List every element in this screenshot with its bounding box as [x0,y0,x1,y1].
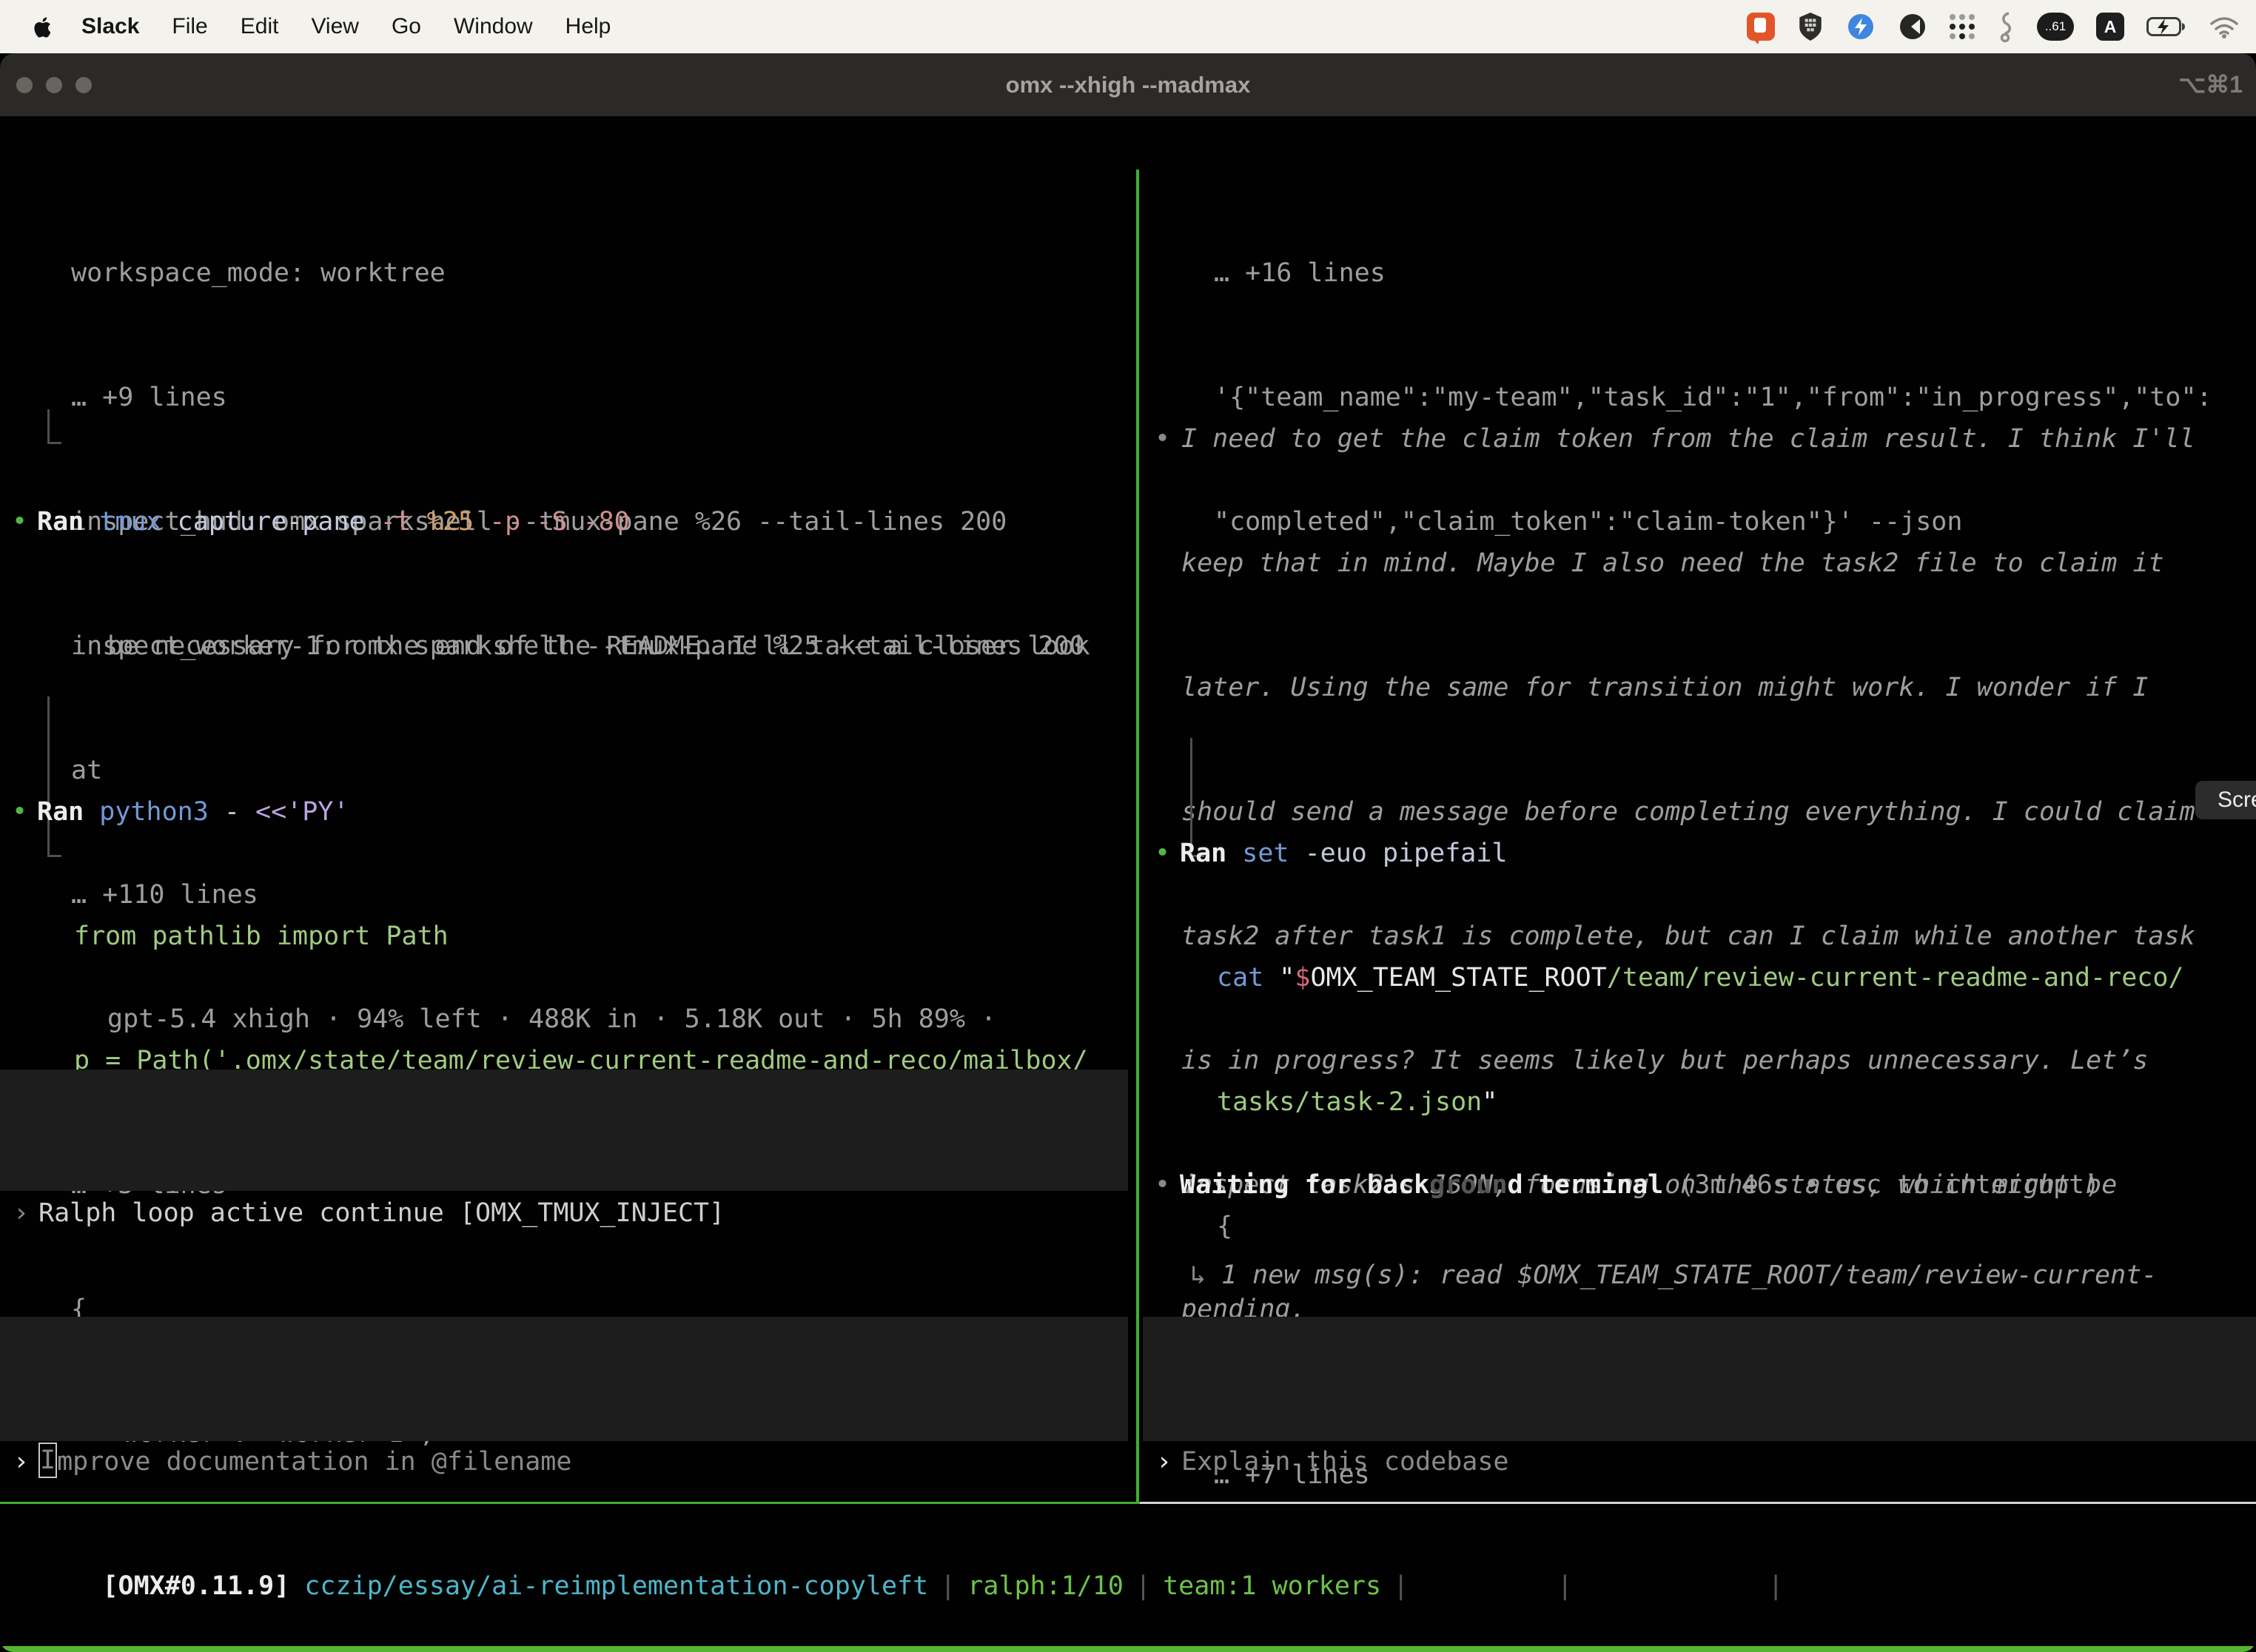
menu-item-window[interactable]: Window [454,14,533,39]
window-shortcut-badge: ⌥⌘1 [2178,53,2243,116]
collapsed-lines-label: … +16 lines [1214,252,1386,294]
separator: | [1135,1571,1151,1601]
command-bullet-icon: • [12,501,27,543]
command-arg: capture-pane [162,507,365,537]
prompt-input-left[interactable]: › Improve documentation in @filename [0,1317,1128,1441]
record-app-icon[interactable] [1898,12,1927,41]
command-line: • Ran tmux capture-pane -t %25 -p -S -80 [0,501,1128,543]
window-title: omx --xhigh --madmax [0,53,2256,116]
output-text: be necessary for the end of the README. … [107,625,1090,667]
command-bullet-icon: • [1155,833,1170,874]
menu-item-file[interactable]: File [172,14,207,39]
command-flag: -t [365,507,412,537]
ran-label: Ran [37,797,84,827]
menu-item-go[interactable]: Go [392,14,421,39]
banner-line: › Ralph loop active continue [OMX_TMUX_I… [0,1192,1128,1234]
shield-grid-icon[interactable] [1797,12,1824,41]
menu-item-view[interactable]: View [311,14,358,39]
omx-version-badge: [OMX#0.11.9] [102,1571,289,1601]
input-source-icon[interactable]: A [2096,13,2124,41]
omx-ralph-counter: ralph:1/10 [967,1571,1124,1601]
thinking-line: • I need to get the claim token from the… [1143,418,2256,460]
command-text: Ran set -euo pipefail [1180,833,1508,874]
menubar-status-icons: ..61 A [1747,10,2240,43]
banner-text: Ralph loop active continue [OMX_TMUX_INJ… [38,1192,725,1234]
command-name: python3 [84,797,209,827]
thinking-text: keep that in mind. Maybe I also need the… [1181,543,2164,584]
command-args: -euo pipefail [1289,839,1508,868]
tmux-status-bar: [omx-cczip0:bash* "MacBook-Pro-44.local"… [0,1646,2256,1652]
terminal-window: omx --xhigh --madmax ⌥⌘1 workspace_mode:… [0,53,2256,1652]
separator: | [1557,1571,1573,1601]
command-text: Ran tmux capture-pane -t %25 -p -S -80 [37,501,630,543]
tmux-pane-left[interactable]: workspace_mode: worktree … +9 lines insp… [0,169,1128,1502]
battery-charging-icon[interactable] [2146,16,2186,37]
omx-team-workers: team:1 workers [1163,1571,1381,1601]
command-line: • Ran python3 - <<'PY' [0,791,1128,833]
apple-menu-icon[interactable] [30,14,50,39]
thinking-text: I need to get the claim token from the c… [1181,418,2195,460]
terminal-line: be necessary for the end of the README. … [0,625,1128,667]
chat-app-icon[interactable] [1747,13,1775,41]
thinking-line: later. Using the same for transition mig… [1143,667,2256,708]
macos-menu-bar: Slack File Edit View Go Window Help [0,0,2256,53]
command-pane-id: %25 [412,507,474,537]
omx-turns: turns:20 [1420,1571,1545,1601]
battery-percent-badge-icon[interactable]: ..61 [2037,13,2074,41]
dollar-sign: $ [1295,963,1310,993]
cat-command: cat [1217,963,1263,993]
screen: Slack File Edit View Go Window Help [0,0,2256,1652]
omx-project-path: cczip/essay/ai-reimplementation-copyleft [304,1571,928,1601]
active-app-name[interactable]: Slack [81,14,139,39]
command-line: • Ran set -euo pipefail [1143,833,2256,874]
thinking-line: keep that in mind. Maybe I also need the… [1143,543,2256,584]
thinking-text: later. Using the same for transition mig… [1181,667,2148,708]
separator: | [1768,1571,1784,1601]
command-name: tmux [84,507,161,537]
omx-session-status-line: [OMX#0.11.9]cczip/essay/ai-reimplementat… [9,1524,1967,1565]
left-model-status: gpt-5.4 xhigh · essay/ai-reimplementatio… [0,1447,1128,1502]
dots-grid-icon[interactable] [1950,14,1975,39]
command-line: cat "$OMX_TEAM_STATE_ROOT/team/review-cu… [1143,957,2256,998]
lightning-badge-icon[interactable] [1846,12,1876,41]
path-text: /team/review-current-readme-and-reco/ [1607,963,2184,993]
omx-last-activity: last:3m ago [1796,1571,1967,1601]
pane-divider[interactable] [1136,169,1139,1502]
omx-session-time: session:23m [1585,1571,1756,1601]
command-dash: - [209,797,240,827]
python-code: from pathlib import Path [74,916,449,957]
quote: " [1263,963,1295,993]
output-connector [47,409,61,444]
tmux-pane-right[interactable]: … +16 lines '{"team_name":"my-team","tas… [1143,169,2256,1502]
command-bullet-icon: • [12,791,27,833]
inject-banner: › Ralph loop active continue [OMX_TMUX_I… [0,1070,1128,1191]
terminal-line: workspace_mode: worktree [0,252,1128,294]
screenshot-tooltip: Scre [2195,781,2256,819]
hook-icon[interactable] [1997,10,2015,43]
right-model-status: gpt-5.4 xhigh · 94% left · 488K in · 5.1… [1143,1447,2256,1502]
code-line: from pathlib import Path [0,916,1128,957]
menu-item-help[interactable]: Help [565,14,611,39]
heredoc-marker: <<'PY' [240,797,349,827]
wifi-icon[interactable] [2209,15,2240,38]
command-flags: -p -S -80 [474,507,630,537]
separator: | [1393,1571,1409,1601]
active-pane-bottom-border [0,1502,1140,1504]
ran-label: Ran [37,507,84,537]
separator: | [940,1571,956,1601]
ran-label: Ran [1180,839,1226,868]
inactive-pane-bottom-border [1140,1502,2256,1504]
command-name: set [1226,839,1289,868]
terminal-line: … +16 lines [1143,252,2256,294]
output-text: workspace_mode: worktree [71,252,446,294]
command-text: Ran python3 - <<'PY' [37,791,349,833]
prompt-chevron-icon: › [13,1192,29,1234]
thinking-bullet-icon: • [1155,418,1170,460]
window-title-bar: omx --xhigh --madmax ⌥⌘1 [0,53,2256,116]
prompt-input-right[interactable]: › Explain this codebase [1143,1317,2256,1441]
command-text: cat "$OMX_TEAM_STATE_ROOT/team/review-cu… [1217,957,2183,998]
menu-item-edit[interactable]: Edit [241,14,279,39]
env-var: OMX_TEAM_STATE_ROOT [1310,963,1606,993]
